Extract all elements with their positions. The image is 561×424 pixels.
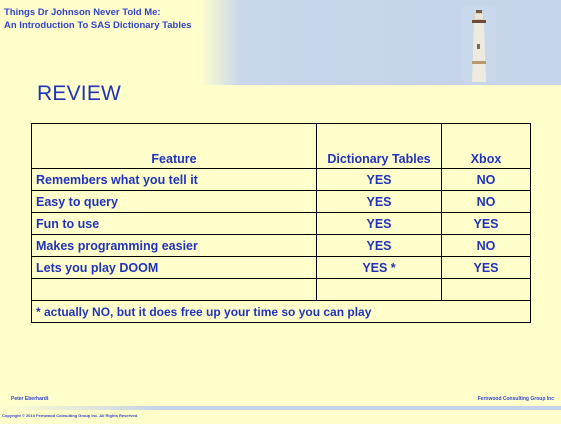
- table-row: Fun to use YES YES: [31, 212, 531, 235]
- presentation-title: Things Dr Johnson Never Told Me: An Intr…: [4, 6, 192, 32]
- comparison-table: Feature Dictionary Tables Xbox Remembers…: [31, 123, 531, 323]
- feature-cell: Makes programming easier: [31, 234, 317, 257]
- column-header-xbox: Xbox: [441, 123, 531, 169]
- footer-company: Fernwood Consulting Group Inc: [477, 396, 554, 402]
- feature-cell: Remembers what you tell it: [31, 168, 317, 191]
- footer-author: Peter Eberhardt: [11, 396, 49, 402]
- footnote-row: * actually NO, but it does free up your …: [31, 300, 531, 323]
- empty-row: [31, 278, 531, 301]
- feature-cell: Easy to query: [31, 190, 317, 213]
- xbox-cell: NO: [441, 190, 531, 213]
- table-header-row: Feature Dictionary Tables Xbox: [31, 123, 531, 169]
- dictionary-cell: YES: [316, 168, 442, 191]
- dictionary-cell: YES: [316, 212, 442, 235]
- slide-heading: REVIEW: [37, 82, 122, 105]
- xbox-cell: NO: [441, 168, 531, 191]
- xbox-cell: NO: [441, 234, 531, 257]
- footer-divider: [0, 406, 561, 410]
- table-row: Easy to query YES NO: [31, 190, 531, 213]
- feature-cell: Lets you play DOOM: [31, 256, 317, 279]
- presentation-title-line1: Things Dr Johnson Never Told Me:: [4, 7, 161, 18]
- presentation-title-line2: An Introduction To SAS Dictionary Tables: [4, 20, 192, 31]
- copyright-notice: Copyright © 2010 Fernwood Consulting Gro…: [2, 413, 139, 418]
- empty-cell: [316, 278, 442, 301]
- empty-cell: [31, 278, 317, 301]
- footnote-cell: * actually NO, but it does free up your …: [31, 300, 531, 323]
- table-row: Lets you play DOOM YES * YES: [31, 256, 531, 279]
- lighthouse-icon: [462, 6, 496, 82]
- empty-cell: [441, 278, 531, 301]
- dictionary-cell: YES *: [316, 256, 442, 279]
- dictionary-cell: YES: [316, 234, 442, 257]
- column-header-dictionary-tables: Dictionary Tables: [316, 123, 442, 169]
- feature-cell: Fun to use: [31, 212, 317, 235]
- xbox-cell: YES: [441, 212, 531, 235]
- table-row: Makes programming easier YES NO: [31, 234, 531, 257]
- xbox-cell: YES: [441, 256, 531, 279]
- dictionary-cell: YES: [316, 190, 442, 213]
- table-row: Remembers what you tell it YES NO: [31, 168, 531, 191]
- column-header-feature: Feature: [31, 123, 317, 169]
